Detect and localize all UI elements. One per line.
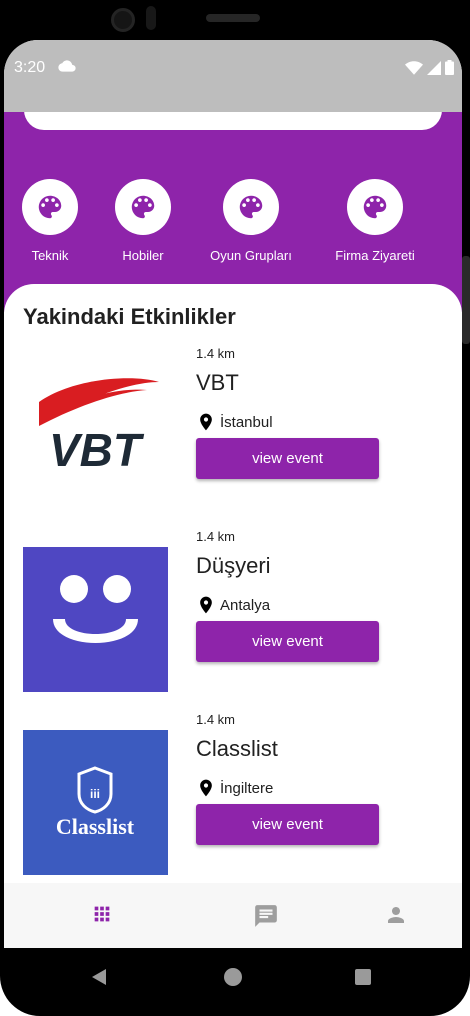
view-event-button[interactable]: view event (196, 438, 379, 479)
view-event-button[interactable]: view event (196, 621, 379, 662)
system-nav-bar (0, 948, 470, 1006)
bottom-navigation (4, 883, 462, 948)
palette-icon (223, 179, 279, 235)
palette-icon (115, 179, 171, 235)
event-name: Classlist (196, 736, 278, 761)
event-location: Antalya (196, 593, 270, 617)
status-bar: 3:20 (4, 40, 462, 112)
classlist-logo-text: Classlist (56, 814, 135, 839)
side-button (462, 256, 470, 344)
palette-icon (347, 179, 403, 235)
event-location-text: Antalya (220, 596, 271, 614)
event-card: 1.4 km Düşyeri Antalya view event (23, 525, 443, 692)
vbt-logo: VBT (23, 364, 168, 509)
nav-apps-icon[interactable] (91, 903, 113, 930)
location-pin-icon (200, 413, 212, 431)
top-bezel (0, 0, 470, 40)
event-location: İstanbul (196, 410, 273, 434)
classlist-badge-text: iii (90, 787, 100, 801)
battery-icon (445, 60, 454, 75)
event-card: VBT 1.4 km VBT İstanbul view event (23, 342, 443, 509)
section-title: Yakindaki Etkinlikler (23, 304, 236, 329)
event-location-text: İstanbul (220, 413, 273, 431)
nav-person-icon[interactable] (384, 903, 408, 932)
screen: Teknik Hobiler Oyun Grupları Firma Ziyar… (4, 40, 462, 948)
signal-icon (427, 60, 441, 75)
category-label: Teknik (31, 248, 69, 263)
category-row: Teknik Hobiler Oyun Grupları Firma Ziyar… (4, 179, 462, 279)
recents-icon[interactable] (354, 968, 372, 986)
location-pin-icon (200, 779, 212, 797)
status-icons (405, 60, 454, 75)
speaker (206, 14, 260, 22)
event-name: Düşyeri (196, 553, 271, 578)
category-label: Firma Ziyareti (335, 248, 415, 263)
event-distance: 1.4 km (196, 346, 236, 361)
cloud-icon (58, 60, 76, 72)
wifi-icon (405, 60, 423, 75)
nav-message-icon[interactable] (253, 903, 279, 934)
event-location: İngiltere (196, 776, 273, 800)
category-label: Oyun Grupları (210, 248, 292, 263)
event-location-text: İngiltere (220, 779, 274, 797)
nearby-events-panel: Yakindaki Etkinlikler VBT 1.4 km VBT İst… (4, 284, 462, 884)
status-time: 3:20 (14, 59, 46, 76)
event-card: iii Classlist 1.4 km Classlist İngiltere… (23, 708, 443, 875)
category-label: Hobiler (122, 248, 164, 263)
event-distance: 1.4 km (196, 712, 236, 727)
category-hobiler[interactable]: Hobiler (88, 179, 198, 263)
sensor (146, 6, 156, 30)
view-event-button[interactable]: view event (196, 804, 379, 845)
home-icon[interactable] (223, 967, 243, 987)
hero-banner: Teknik Hobiler Oyun Grupları Firma Ziyar… (4, 82, 462, 312)
location-pin-icon (200, 596, 212, 614)
classlist-logo: iii Classlist (23, 730, 168, 875)
event-distance: 1.4 km (196, 529, 236, 544)
palette-icon (22, 179, 78, 235)
back-icon[interactable] (90, 968, 108, 986)
event-name: VBT (196, 370, 239, 395)
category-firma-ziyareti[interactable]: Firma Ziyareti (320, 179, 430, 263)
dusyeri-logo (23, 547, 168, 692)
camera-icon (111, 8, 135, 32)
category-oyun-gruplari[interactable]: Oyun Grupları (196, 179, 306, 263)
vbt-logo-text: VBT (49, 424, 145, 476)
device-frame: Teknik Hobiler Oyun Grupları Firma Ziyar… (0, 0, 470, 1016)
